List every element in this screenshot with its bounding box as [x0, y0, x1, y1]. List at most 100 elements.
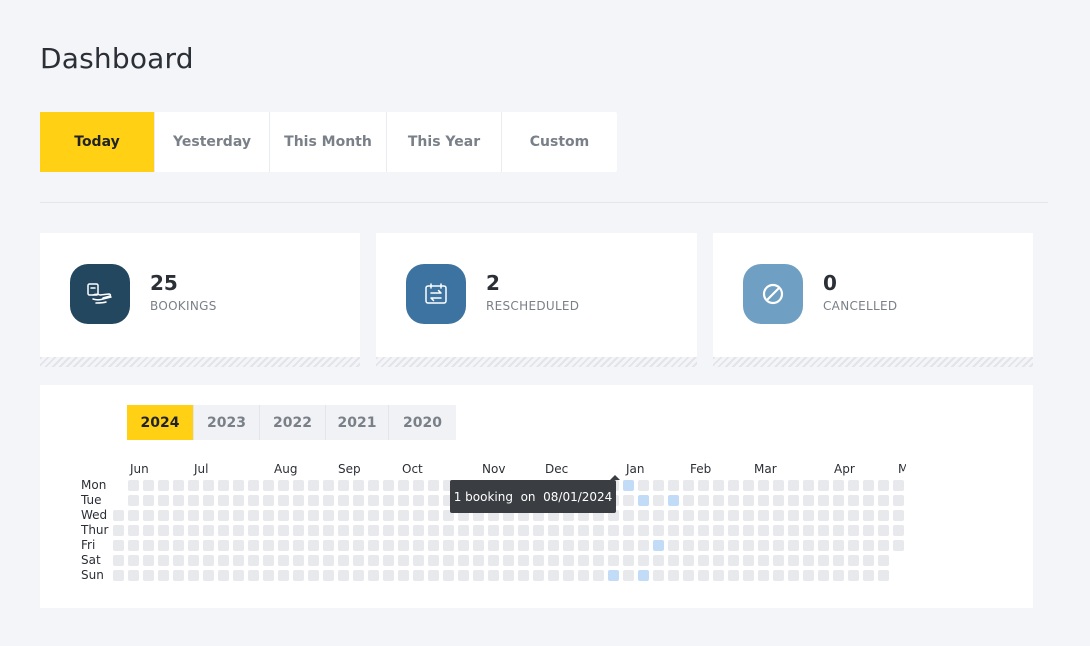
heatmap-cell[interactable]: [413, 525, 424, 536]
tab-today[interactable]: Today: [40, 112, 155, 172]
heatmap-cell[interactable]: [668, 540, 679, 551]
heatmap-cell[interactable]: [278, 540, 289, 551]
heatmap-cell[interactable]: [368, 540, 379, 551]
heatmap-cell[interactable]: [668, 555, 679, 566]
heatmap-cell[interactable]: [833, 540, 844, 551]
heatmap-cell[interactable]: [848, 540, 859, 551]
heatmap-cell[interactable]: [863, 480, 874, 491]
heatmap-cell[interactable]: [518, 555, 529, 566]
heatmap-cell[interactable]: [848, 480, 859, 491]
heatmap-cell[interactable]: [338, 540, 349, 551]
heatmap-cell[interactable]: [338, 570, 349, 581]
heatmap-cell[interactable]: [713, 570, 724, 581]
heatmap-cell[interactable]: [653, 480, 664, 491]
heatmap-cell[interactable]: [113, 570, 124, 581]
heatmap-cell[interactable]: [293, 480, 304, 491]
heatmap-cell[interactable]: [293, 555, 304, 566]
heatmap-cell[interactable]: [788, 555, 799, 566]
heatmap-cell[interactable]: [803, 570, 814, 581]
heatmap-cell[interactable]: [668, 570, 679, 581]
heatmap-cell[interactable]: [218, 480, 229, 491]
heatmap-cell[interactable]: [203, 555, 214, 566]
heatmap-cell[interactable]: [398, 555, 409, 566]
heatmap-cell[interactable]: [233, 540, 244, 551]
heatmap-cell[interactable]: [878, 570, 889, 581]
heatmap-cell[interactable]: [623, 555, 634, 566]
heatmap-cell[interactable]: [638, 525, 649, 536]
heatmap-cell[interactable]: [863, 555, 874, 566]
heatmap-cell[interactable]: [773, 570, 784, 581]
heatmap-cell[interactable]: [833, 525, 844, 536]
heatmap-cell[interactable]: [323, 525, 334, 536]
heatmap-cell[interactable]: [353, 540, 364, 551]
heatmap-cell[interactable]: [788, 480, 799, 491]
heatmap-cell[interactable]: [683, 570, 694, 581]
heatmap-cell[interactable]: [728, 480, 739, 491]
heatmap-cell[interactable]: [713, 480, 724, 491]
heatmap-cell[interactable]: [803, 555, 814, 566]
heatmap-cell[interactable]: [368, 510, 379, 521]
heatmap-cell[interactable]: [863, 570, 874, 581]
heatmap-cell[interactable]: [233, 480, 244, 491]
heatmap-cell[interactable]: [263, 570, 274, 581]
heatmap-cell[interactable]: [413, 540, 424, 551]
heatmap-cell[interactable]: [398, 480, 409, 491]
heatmap-cell[interactable]: [353, 555, 364, 566]
heatmap-cell[interactable]: [428, 495, 439, 506]
heatmap-cell[interactable]: [308, 510, 319, 521]
heatmap-cell[interactable]: [608, 540, 619, 551]
heatmap-cell[interactable]: [818, 570, 829, 581]
heatmap-cell[interactable]: [218, 555, 229, 566]
heatmap-cell[interactable]: [188, 555, 199, 566]
heatmap-cell[interactable]: [728, 495, 739, 506]
heatmap-cell[interactable]: [728, 540, 739, 551]
heatmap-cell[interactable]: [368, 525, 379, 536]
heatmap-cell[interactable]: [728, 555, 739, 566]
heatmap-cell[interactable]: [563, 540, 574, 551]
heatmap-cell[interactable]: [893, 480, 904, 491]
heatmap-cell[interactable]: [188, 495, 199, 506]
heatmap-cell[interactable]: [803, 525, 814, 536]
heatmap-cell[interactable]: [503, 555, 514, 566]
heatmap-cell[interactable]: [203, 510, 214, 521]
heatmap-cell[interactable]: [158, 480, 169, 491]
heatmap-cell[interactable]: [698, 480, 709, 491]
heatmap-cell[interactable]: [218, 495, 229, 506]
heatmap-cell[interactable]: [533, 525, 544, 536]
heatmap-cell[interactable]: [278, 555, 289, 566]
heatmap-cell[interactable]: [143, 495, 154, 506]
heatmap-cell[interactable]: [623, 480, 634, 491]
heatmap-cell[interactable]: [803, 495, 814, 506]
heatmap-cell[interactable]: [173, 510, 184, 521]
heatmap-cell[interactable]: [263, 525, 274, 536]
heatmap-cell[interactable]: [788, 495, 799, 506]
heatmap-cell[interactable]: [533, 570, 544, 581]
heatmap-cell[interactable]: [158, 570, 169, 581]
heatmap-cell[interactable]: [818, 480, 829, 491]
heatmap-cell[interactable]: [578, 540, 589, 551]
tab-this-month[interactable]: This Month: [270, 112, 387, 172]
heatmap-cell[interactable]: [743, 495, 754, 506]
heatmap-cell[interactable]: [713, 555, 724, 566]
heatmap-cell[interactable]: [728, 570, 739, 581]
heatmap-cell[interactable]: [788, 570, 799, 581]
heatmap-cell[interactable]: [173, 480, 184, 491]
heatmap-cell[interactable]: [758, 570, 769, 581]
heatmap-cell[interactable]: [893, 525, 904, 536]
heatmap-cell[interactable]: [713, 510, 724, 521]
heatmap-cell[interactable]: [308, 480, 319, 491]
tab-this-year[interactable]: This Year: [387, 112, 502, 172]
heatmap-cell[interactable]: [803, 510, 814, 521]
heatmap-cell[interactable]: [563, 570, 574, 581]
heatmap-cell[interactable]: [188, 480, 199, 491]
heatmap-cell[interactable]: [818, 510, 829, 521]
heatmap-cell[interactable]: [848, 555, 859, 566]
heatmap-cell[interactable]: [653, 510, 664, 521]
heatmap-cell[interactable]: [758, 525, 769, 536]
heatmap-cell[interactable]: [323, 495, 334, 506]
heatmap-cell[interactable]: [638, 495, 649, 506]
heatmap-cell[interactable]: [278, 495, 289, 506]
heatmap-cell[interactable]: [203, 480, 214, 491]
heatmap-cell[interactable]: [878, 510, 889, 521]
heatmap-cell[interactable]: [308, 525, 319, 536]
